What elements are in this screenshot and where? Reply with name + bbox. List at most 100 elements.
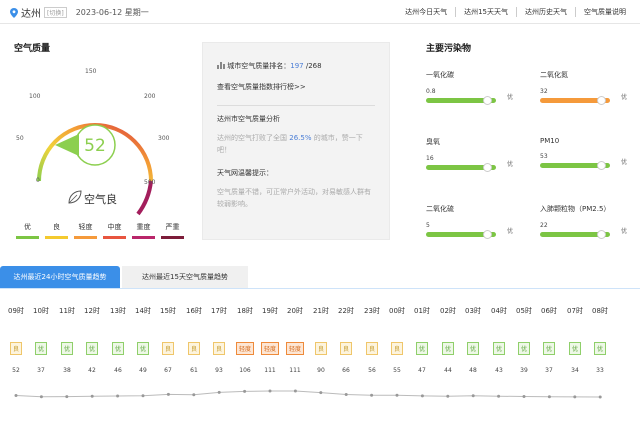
hour-aqi-value: 38 <box>63 367 71 374</box>
pollutant-name: 二氧化硫 <box>426 205 454 213</box>
hour-aqi-value: 90 <box>317 367 325 374</box>
ranking-link[interactable]: 查看空气质量指数排行榜>> <box>217 82 375 92</box>
pollutant-value: 5 <box>426 222 430 229</box>
hour-column: 05时优 39 <box>512 306 536 374</box>
hour-level-badge: 轻度 <box>285 342 304 355</box>
hour-column: 09时良 52 <box>4 306 28 374</box>
pollutant-item: 二氧化硫 5 优 <box>426 204 513 239</box>
tips-title: 天气网温馨提示： <box>217 169 273 177</box>
hour-column: 23时良 56 <box>360 306 384 374</box>
link-history-weather[interactable]: 达州历史天气 <box>516 7 575 17</box>
pollutant-bar-knob <box>597 230 606 239</box>
analysis-text: 达州的空气打败了全国 26.5% 的城市，赞一下吧！ <box>217 134 363 154</box>
top-links: 达州今日天气 达州15天天气 达州历史天气 空气质量说明 <box>397 7 634 17</box>
hour-level-badge: 优 <box>441 342 454 355</box>
hour-label: 18时 <box>237 307 253 315</box>
tab-24h-trend[interactable]: 达州最近24小时空气质量趋势 <box>0 266 120 288</box>
hour-aqi-value: 55 <box>393 367 401 374</box>
hour-aqi-value: 61 <box>190 367 198 374</box>
hour-level-badge: 优 <box>517 342 530 355</box>
hour-column: 06时优 37 <box>537 306 561 374</box>
hour-label: 16时 <box>186 307 202 315</box>
trend-point <box>39 395 43 399</box>
hour-column: 20时 轻度 111 <box>283 306 307 374</box>
trend-point <box>192 393 196 397</box>
pollutant-value: 0.8 <box>426 88 436 95</box>
trend-point <box>116 394 120 398</box>
hour-aqi-value: 37 <box>37 367 45 374</box>
top-bar: 达州 [切换] 2023-06-12 星期一 达州今日天气 达州15天天气 达州… <box>0 0 640 24</box>
pollutant-name: 二氧化氮 <box>540 71 568 79</box>
trend-point <box>166 392 170 396</box>
tab-15day-trend[interactable]: 达州最近15天空气质量趋势 <box>122 266 248 288</box>
city-rank: 城市空气质量排名：197 /268 <box>217 61 375 71</box>
link-today-weather[interactable]: 达州今日天气 <box>397 7 455 17</box>
hour-aqi-value: 34 <box>571 367 579 374</box>
hour-label: 15时 <box>160 307 176 315</box>
analysis-title: 达州市空气质量分析 <box>217 115 280 123</box>
hour-column: 17时良 93 <box>207 306 231 374</box>
hour-label: 05时 <box>516 307 532 315</box>
hour-level-badge: 优 <box>466 342 479 355</box>
rank-number: 197 <box>290 62 304 70</box>
hour-label: 21时 <box>313 307 329 315</box>
hour-column: 00时良 55 <box>385 306 409 374</box>
hour-aqi-value: 37 <box>545 367 553 374</box>
grade-label: 良 <box>53 223 60 231</box>
hour-label: 07时 <box>567 307 583 315</box>
link-15day-weather[interactable]: 达州15天天气 <box>455 7 516 17</box>
pollutant-list: 一氧化碳 0.8 优二氧化氮 32 优臭氧 16 优 PM10 53 优二氧化硫 5 优入肺颗粒物（P… <box>426 60 627 240</box>
trend-point <box>573 395 577 399</box>
grade-color-bar <box>103 236 126 239</box>
grade-item: 轻度 <box>74 222 97 239</box>
trend-point <box>446 394 450 398</box>
aqi-level-text: 空气良 <box>84 192 117 206</box>
hour-level-badge: 优 <box>492 342 505 355</box>
trend-point <box>497 394 501 398</box>
hour-label: 23时 <box>364 307 380 315</box>
hour-label: 09时 <box>8 307 24 315</box>
hour-label: 04时 <box>491 307 507 315</box>
trend-point <box>522 395 526 398</box>
aqi-trend-line <box>14 389 602 399</box>
hour-label: 22时 <box>338 307 354 315</box>
hour-label: 20时 <box>287 307 303 315</box>
scale-150: 150 <box>85 68 97 75</box>
grade-label: 优 <box>24 223 31 231</box>
hour-label: 06时 <box>541 307 557 315</box>
hour-level-badge: 优 <box>593 342 606 355</box>
hour-aqi-value: 46 <box>114 367 122 374</box>
aq-info-panel: 城市空气质量排名：197 /268 查看空气质量指数排行榜>> 达州市空气质量分… <box>202 42 390 240</box>
link-aq-explanation[interactable]: 空气质量说明 <box>575 7 634 17</box>
pollutant-level: 优 <box>507 228 514 235</box>
hour-aqi-value: 48 <box>469 367 477 374</box>
trend-point <box>344 393 348 396</box>
hour-level-badge: 优 <box>60 342 73 355</box>
ranking-icon <box>217 62 225 69</box>
hour-aqi-value: 43 <box>495 367 503 374</box>
pollutant-bar-knob <box>483 163 492 172</box>
switch-city-button[interactable]: [切换] <box>44 7 67 18</box>
hour-level-badge: 良 <box>9 342 22 355</box>
hour-label: 19时 <box>262 307 278 315</box>
grade-color-bar <box>45 236 68 239</box>
tips-text: 空气质量不错，可正常户外活动，对易敏感人群有较弱影响。 <box>217 188 371 208</box>
hourly-trend: 09时良 52 10时优 37 11时优 38 12时优 42 13时优 46 14时优 49 15时良… <box>0 306 640 416</box>
pollutant-bar: 优 <box>426 94 513 105</box>
pollutant-bar-knob <box>597 161 606 170</box>
grade-item: 严重 <box>161 222 184 239</box>
hour-column: 08时优 33 <box>588 306 612 374</box>
scale-50: 50 <box>16 135 24 142</box>
pollutant-item: 臭氧 16 优 <box>426 137 513 172</box>
hour-level-badge: 优 <box>111 342 124 355</box>
aqi-value: 52 <box>84 136 106 156</box>
hour-label: 01时 <box>414 307 430 315</box>
grade-color-bar <box>16 236 39 239</box>
hour-column: 16时良 61 <box>182 306 206 374</box>
pollutant-item: 一氧化碳 0.8 优 <box>426 70 513 105</box>
trend-point <box>319 391 323 395</box>
hour-column: 12时优 42 <box>80 306 104 374</box>
hour-aqi-value: 66 <box>342 367 350 374</box>
scale-500: 500 <box>144 179 156 186</box>
pollutant-item: 二氧化氮 32 优 <box>540 70 627 105</box>
